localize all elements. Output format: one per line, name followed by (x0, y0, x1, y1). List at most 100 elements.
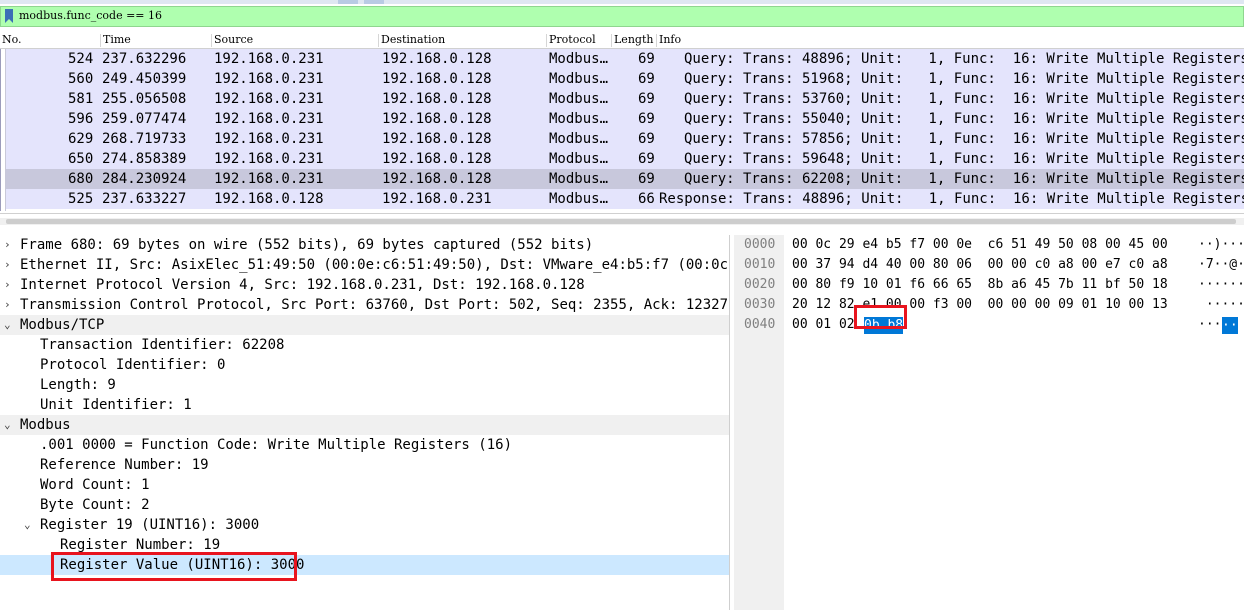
chevron-right-icon[interactable]: › (4, 295, 16, 315)
tree-item-register-19[interactable]: ⌄ Register 19 (UINT16): 3000 (0, 515, 729, 535)
byte-hex[interactable]: 00 0c 29 e4 b5 f7 00 0e c6 51 49 50 08 0… (792, 235, 1168, 255)
column-header-no[interactable]: No. (0, 33, 22, 49)
column-header-destination[interactable]: Destination (379, 33, 445, 49)
packet-destination: 192.168.0.128 (382, 111, 492, 127)
byte-ascii[interactable]: ··)····· (1198, 235, 1244, 255)
tree-item-ipv4[interactable]: › Internet Protocol Version 4, Src: 192.… (0, 275, 729, 295)
tree-item-transaction-id[interactable]: Transaction Identifier: 62208 (0, 335, 729, 355)
tree-item-function-code[interactable]: .001 0000 = Function Code: Write Multipl… (0, 435, 729, 455)
packet-no: 650 (68, 151, 94, 167)
packet-length: 69 (638, 151, 655, 167)
packet-info: Response: Trans: 48896; Unit: 1, Func: 1… (659, 191, 1244, 207)
tree-item-label: Unit Identifier: 1 (40, 397, 192, 413)
tree-item-byte-count[interactable]: Byte Count: 2 (0, 495, 729, 515)
packet-length: 69 (638, 51, 655, 67)
byte-row[interactable]: 0010 00 37 94 d4 40 00 80 06 00 00 c0 a8… (734, 255, 1244, 275)
column-header-info[interactable]: Info (657, 33, 681, 49)
byte-hex[interactable]: 00 01 02 (792, 315, 855, 335)
tree-item-label: Transaction Identifier: 62208 (40, 337, 285, 353)
byte-hex[interactable]: 00 80 f9 10 01 f6 66 65 8b a6 45 7b 11 b… (792, 275, 1168, 295)
byte-row[interactable]: 0030 20 12 82 e1 00 00 f3 00 00 00 00 09… (734, 295, 1244, 315)
packet-source: 192.168.0.231 (214, 91, 324, 107)
packet-length: 69 (638, 131, 655, 147)
byte-row[interactable]: 0040 00 01 02 0b b8 ··· ·· (734, 315, 1244, 335)
packet-length: 69 (638, 111, 655, 127)
byte-row[interactable]: 0000 00 0c 29 e4 b5 f7 00 0e c6 51 49 50… (734, 235, 1244, 255)
tree-item-modbus-tcp[interactable]: ⌄ Modbus/TCP (0, 315, 729, 335)
packet-source: 192.168.0.231 (214, 111, 324, 127)
tree-item-protocol-id[interactable]: Protocol Identifier: 0 (0, 355, 729, 375)
display-filter-input[interactable]: modbus.func_code == 16 (0, 6, 1244, 27)
packet-source: 192.168.0.128 (214, 191, 324, 207)
packet-time: 237.632296 (102, 51, 187, 67)
byte-hex[interactable]: 20 12 82 e1 00 00 f3 00 00 00 00 09 01 1… (792, 295, 1168, 315)
byte-ascii[interactable]: ········ (1198, 275, 1244, 295)
byte-ascii[interactable]: ··· (1198, 315, 1221, 335)
packet-info: Query: Trans: 57856; Unit: 1, Func: 16: … (684, 131, 1244, 147)
display-filter-toolbar: modbus.func_code == 16 (0, 0, 1244, 34)
toolbar-button[interactable] (338, 0, 358, 4)
packet-time: 237.633227 (102, 191, 187, 207)
packet-time: 274.858389 (102, 151, 187, 167)
packet-destination: 192.168.0.128 (382, 171, 492, 187)
chevron-down-icon[interactable]: ⌄ (4, 415, 16, 435)
column-header-time[interactable]: Time (101, 33, 131, 49)
packet-list-header: No. Time Source Destination Protocol Len… (0, 33, 1244, 49)
tree-item-unit-id[interactable]: Unit Identifier: 1 (0, 395, 729, 415)
chevron-down-icon[interactable]: ⌄ (24, 515, 36, 535)
tree-item-modbus[interactable]: ⌄ Modbus (0, 415, 729, 435)
packet-no: 680 (68, 171, 94, 187)
packet-time: 249.450399 (102, 71, 187, 87)
packet-list-horizontal-scrollbar[interactable] (0, 218, 1244, 225)
column-header-source[interactable]: Source (212, 33, 253, 49)
scrollbar-thumb[interactable] (6, 219, 1236, 224)
chevron-down-icon[interactable]: ⌄ (4, 315, 16, 335)
tree-item-tcp[interactable]: › Transmission Control Protocol, Src Por… (0, 295, 729, 315)
byte-ascii[interactable]: ······· (1198, 295, 1244, 315)
column-header-protocol[interactable]: Protocol (547, 33, 596, 49)
packet-row-selected[interactable]: 680 284.230924 192.168.0.231 192.168.0.1… (6, 169, 1244, 189)
byte-ascii[interactable]: ·7··@··· (1198, 255, 1244, 275)
tree-item-length[interactable]: Length: 9 (0, 375, 729, 395)
packet-row[interactable]: 560 249.450399 192.168.0.231 192.168.0.1… (6, 69, 1244, 89)
byte-row[interactable]: 0020 00 80 f9 10 01 f6 66 65 8b a6 45 7b… (734, 275, 1244, 295)
tree-item-label: Word Count: 1 (40, 477, 150, 493)
packet-destination: 192.168.0.128 (382, 151, 492, 167)
packet-row[interactable]: 629 268.719733 192.168.0.231 192.168.0.1… (6, 129, 1244, 149)
packet-row[interactable]: 581 255.056508 192.168.0.231 192.168.0.1… (6, 89, 1244, 109)
tree-item-ethernet[interactable]: › Ethernet II, Src: AsixElec_51:49:50 (0… (0, 255, 729, 275)
chevron-right-icon[interactable]: › (4, 255, 16, 275)
packet-row[interactable]: 596 259.077474 192.168.0.231 192.168.0.1… (6, 109, 1244, 129)
packet-row[interactable]: 525 237.633227 192.168.0.128 192.168.0.2… (6, 189, 1244, 209)
packet-protocol: Modbus… (549, 151, 609, 167)
packet-info: Query: Trans: 62208; Unit: 1, Func: 16: … (684, 171, 1244, 187)
tree-item-label: Register 19 (UINT16): 3000 (40, 517, 260, 533)
packet-protocol: Modbus… (549, 191, 609, 207)
packet-bytes-pane[interactable]: 0000 00 0c 29 e4 b5 f7 00 0e c6 51 49 50… (734, 235, 1244, 610)
packet-protocol: Modbus… (549, 91, 609, 107)
toolbar-button[interactable] (364, 0, 384, 4)
chevron-right-icon[interactable]: › (4, 275, 16, 295)
packet-source: 192.168.0.231 (214, 171, 324, 187)
packet-destination: 192.168.0.128 (382, 71, 492, 87)
packet-time: 255.056508 (102, 91, 187, 107)
packet-time: 268.719733 (102, 131, 187, 147)
tree-item-reference-number[interactable]: Reference Number: 19 (0, 455, 729, 475)
column-header-length[interactable]: Length (612, 33, 653, 49)
packet-info: Query: Trans: 51968; Unit: 1, Func: 16: … (684, 71, 1244, 87)
tree-item-label: Modbus (20, 417, 71, 433)
byte-ascii-selected[interactable]: ·· (1222, 317, 1238, 334)
annotation-box-register-bytes (854, 305, 907, 329)
display-filter-text[interactable]: modbus.func_code == 16 (19, 9, 162, 23)
packet-length: 69 (638, 71, 655, 87)
byte-hex[interactable]: 00 37 94 d4 40 00 80 06 00 00 c0 a8 00 e… (792, 255, 1168, 275)
tree-item-word-count[interactable]: Word Count: 1 (0, 475, 729, 495)
packet-list[interactable]: 524 237.632296 192.168.0.231 192.168.0.1… (0, 49, 1244, 211)
chevron-right-icon[interactable]: › (4, 235, 16, 255)
tree-item-label: Reference Number: 19 (40, 457, 209, 473)
tree-item-frame[interactable]: › Frame 680: 69 bytes on wire (552 bits)… (0, 235, 729, 255)
bookmark-icon[interactable] (4, 9, 14, 23)
packet-protocol: Modbus… (549, 71, 609, 87)
packet-row[interactable]: 524 237.632296 192.168.0.231 192.168.0.1… (6, 49, 1244, 69)
packet-row[interactable]: 650 274.858389 192.168.0.231 192.168.0.1… (6, 149, 1244, 169)
